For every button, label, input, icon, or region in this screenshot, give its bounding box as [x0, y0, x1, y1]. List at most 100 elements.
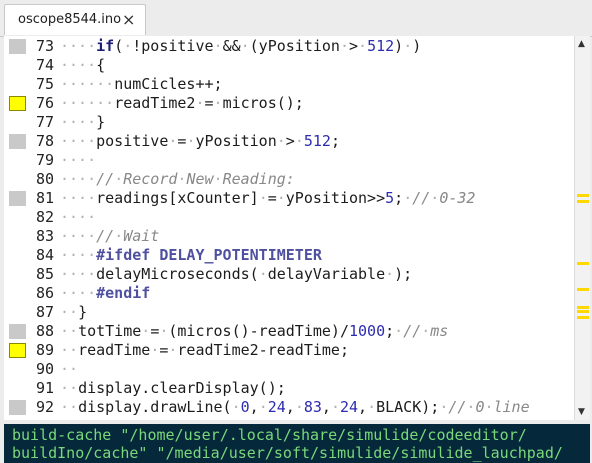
- code-token: if: [96, 37, 115, 55]
- code-token: line: [493, 398, 530, 416]
- whitespace-marker: ·: [358, 37, 368, 55]
- line-number: 84: [35, 246, 54, 264]
- line-marker[interactable]: [9, 191, 26, 206]
- code-token: totTime: [78, 322, 142, 340]
- whitespace-marker: ·: [276, 132, 286, 150]
- whitespace-marker: ·: [258, 398, 268, 416]
- code-line[interactable]: 83 ····//·Wait: [4, 227, 574, 246]
- code-token: DELAY_POTENTIMETER: [159, 246, 322, 264]
- code-text: ··readTime·=·readTime2-readTime;: [60, 341, 349, 360]
- tab-oscope8544[interactable]: oscope8544.ino ×: [4, 4, 146, 35]
- whitespace-marker: ····: [60, 189, 97, 207]
- code-line[interactable]: 92 ··display.drawLine(·0,·24,·83,·24,·BLA…: [4, 398, 574, 417]
- line-marker[interactable]: [9, 39, 26, 54]
- code-line[interactable]: 89 ··readTime·=·readTime2-readTime;: [4, 341, 574, 360]
- whitespace-marker: ····: [60, 208, 97, 226]
- code-token: delayMicroseconds(: [96, 265, 259, 283]
- line-marker[interactable]: [9, 400, 26, 415]
- code-token: }: [78, 303, 88, 321]
- code-token: micros();: [222, 94, 304, 112]
- code-line[interactable]: 81 ····readings[xCounter]·=·yPosition>>5;…: [4, 189, 574, 208]
- code-text: ····: [60, 208, 96, 227]
- whitespace-marker: ··: [60, 322, 79, 340]
- whitespace-marker: ·: [430, 189, 440, 207]
- console-line: build-cache "/home/user/.local/share/sim…: [12, 426, 527, 444]
- code-line[interactable]: 84 ····#ifdef DELAY_POTENTIMETER: [4, 246, 574, 265]
- breakpoint-marker[interactable]: [9, 343, 26, 358]
- scroll-up-icon[interactable]: ▲: [578, 39, 585, 49]
- code-token: (yPosition: [249, 37, 340, 55]
- code-token: readTime: [78, 341, 151, 359]
- code-token: 1000: [349, 322, 386, 340]
- code-token: positive: [96, 132, 169, 150]
- code-line[interactable]: 76 ······readTime2·=·micros();: [4, 94, 574, 113]
- code-editor[interactable]: 73 ····if(·!positive·&&·(yPosition·>·512)…: [4, 36, 590, 420]
- code-token: (: [114, 37, 124, 55]
- code-token: 512: [303, 132, 331, 150]
- whitespace-marker: ·: [330, 398, 340, 416]
- code-line[interactable]: 88 ··totTime·=·(micros()-readTime)/1000;·…: [4, 322, 574, 341]
- whitespace-marker: ·: [294, 132, 304, 150]
- whitespace-marker: ·: [141, 322, 151, 340]
- whitespace-marker: ·: [195, 94, 205, 112]
- code-token: Wait: [123, 227, 160, 245]
- code-line[interactable]: 82 ····: [4, 208, 574, 227]
- whitespace-marker: ····: [60, 170, 97, 188]
- code-token: ): [394, 37, 404, 55]
- code-token: ,: [249, 398, 259, 416]
- scrollbar-marker: [577, 200, 589, 203]
- code-line[interactable]: 73 ····if(·!positive·&&·(yPosition·>·512)…: [4, 37, 574, 56]
- scroll-down-icon[interactable]: ▼: [578, 407, 585, 417]
- code-line[interactable]: 86 ····#endif: [4, 284, 574, 303]
- code-token: 24: [339, 398, 359, 416]
- code-token: //: [403, 322, 422, 340]
- whitespace-marker: ·: [421, 322, 431, 340]
- code-token: yPosition>>: [285, 189, 386, 207]
- code-text: ····positive·=·yPosition·>·512;: [60, 132, 340, 151]
- code-line[interactable]: 78 ····positive·=·yPosition·>·512;: [4, 132, 574, 151]
- code-line[interactable]: 75 ······numCicles++;: [4, 75, 574, 94]
- code-text: ····: [60, 151, 96, 170]
- code-token: ms: [430, 322, 449, 340]
- whitespace-marker: ····: [60, 37, 97, 55]
- line-number: 75: [35, 75, 54, 93]
- code-text: ····}: [60, 113, 105, 132]
- whitespace-marker: ·: [403, 189, 413, 207]
- line-marker[interactable]: [9, 134, 26, 149]
- whitespace-marker: ······: [60, 94, 115, 112]
- scrollbar-marker: [577, 306, 589, 309]
- code-token: ,: [358, 398, 368, 416]
- code-token: 512: [367, 37, 395, 55]
- close-icon[interactable]: ×: [122, 10, 135, 29]
- code-line[interactable]: 90 ··: [4, 360, 574, 379]
- whitespace-marker: ·: [367, 398, 377, 416]
- whitespace-marker: ·: [231, 398, 241, 416]
- code-line[interactable]: 74 ····{: [4, 56, 574, 75]
- code-token: Record: [123, 170, 178, 188]
- code-line[interactable]: 79 ····: [4, 151, 574, 170]
- code-token: ;: [394, 189, 404, 207]
- code-token: );: [394, 265, 413, 283]
- whitespace-marker: ·: [213, 94, 223, 112]
- line-number: 78: [35, 132, 54, 150]
- line-marker[interactable]: [9, 324, 26, 339]
- code-token: }: [96, 113, 106, 131]
- code-line[interactable]: 91 ··display.clearDisplay();: [4, 379, 574, 398]
- code-text: ··display.clearDisplay();: [60, 379, 286, 398]
- whitespace-marker: ····: [60, 227, 97, 245]
- code-line[interactable]: 87 ··}: [4, 303, 574, 322]
- line-number: 87: [35, 303, 54, 321]
- code-line[interactable]: 80 ····//·Record·New·Reading:: [4, 170, 574, 189]
- line-number: 81: [35, 189, 54, 207]
- code-line[interactable]: 77 ····}: [4, 113, 574, 132]
- code-line[interactable]: 85 ····delayMicroseconds(·delayVariable·)…: [4, 265, 574, 284]
- whitespace-marker: ·: [294, 398, 304, 416]
- whitespace-marker: ·: [114, 170, 124, 188]
- line-number: 88: [35, 322, 54, 340]
- whitespace-marker: ·: [213, 37, 223, 55]
- code-token: display.clearDisplay();: [78, 379, 286, 397]
- vertical-scrollbar[interactable]: ▲ ▼: [574, 36, 590, 420]
- whitespace-marker: ·: [114, 227, 124, 245]
- whitespace-marker: ····: [60, 265, 97, 283]
- breakpoint-marker[interactable]: [9, 96, 26, 111]
